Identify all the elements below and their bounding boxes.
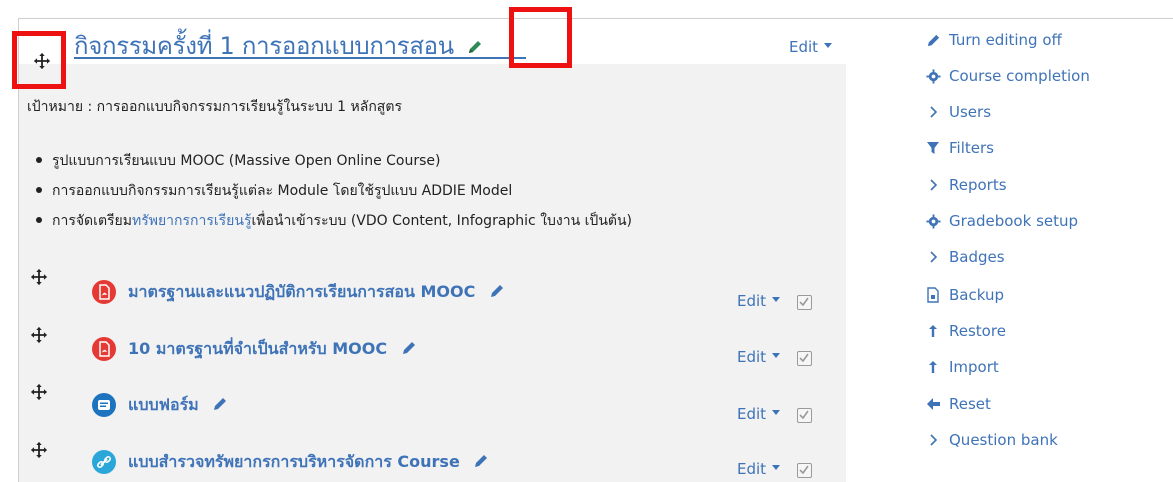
pencil-icon [925, 32, 941, 48]
chevron-right-icon [925, 177, 941, 193]
menu-backup[interactable]: Backup [925, 284, 1004, 306]
activity-edit-label[interactable]: Edit [737, 348, 766, 366]
section-edit-label[interactable]: Edit [789, 38, 818, 56]
bullet-item: รูปแบบการเรียนแบบ MOOC (Massive Open Onl… [27, 146, 632, 176]
gear-icon [925, 68, 941, 84]
forum-icon [92, 393, 116, 417]
menu-reset[interactable]: Reset [925, 393, 991, 415]
pdf-icon [92, 337, 116, 361]
section-title[interactable]: กิจกรรมครั้งที่ 1 การออกแบบการสอน [74, 26, 483, 65]
activity-title[interactable]: แบบสำรวจทรัพยากรการบริหารจัดการ Course [128, 452, 460, 471]
bullet-item: การออกแบบกิจกรรมการเรียนรู้แต่ละ Module … [27, 176, 632, 206]
menu-label[interactable]: Users [949, 103, 991, 121]
edit-activity-pencil-icon[interactable] [489, 283, 505, 299]
activity-edit-menu[interactable]: Edit [737, 405, 781, 423]
chevron-right-icon [925, 104, 941, 120]
section-bullet-list: รูปแบบการเรียนแบบ MOOC (Massive Open Onl… [27, 146, 632, 236]
section-edit-menu[interactable]: Edit [789, 38, 833, 56]
caret-down-icon [772, 297, 781, 302]
caret-down-icon [772, 465, 781, 470]
activity-edit-label[interactable]: Edit [737, 405, 766, 423]
menu-label[interactable]: Question bank [949, 431, 1058, 449]
menu-label[interactable]: Restore [949, 322, 1006, 340]
activity-link[interactable]: 10 มาตรฐานที่จำเป็นสำหรับ MOOC [128, 337, 417, 362]
completion-checkbox[interactable] [797, 408, 812, 423]
menu-label[interactable]: Badges [949, 248, 1005, 266]
activity-edit-label[interactable]: Edit [737, 292, 766, 310]
upload-arrow-icon [925, 359, 941, 375]
resources-link[interactable]: ทรัพยากรการเรียนรู้ [132, 213, 252, 229]
activity-link[interactable]: มาตรฐานและแนวปฏิบัติการเรียนการสอน MOOC [128, 280, 505, 305]
menu-gradebook-setup[interactable]: Gradebook setup [925, 210, 1078, 232]
activity-link[interactable]: แบบสำรวจทรัพยากรการบริหารจัดการ Course [128, 450, 489, 475]
section-title-text[interactable]: กิจกรรมครั้งที่ 1 การออกแบบการสอน [74, 32, 454, 60]
bullet-text: รูปแบบการเรียนแบบ MOOC (Massive Open Onl… [52, 153, 441, 169]
completion-checkbox[interactable] [797, 351, 812, 366]
bullet-dot-icon [36, 187, 42, 193]
activity-link[interactable]: แบบฟอร์ม [128, 393, 228, 418]
caret-down-icon [824, 43, 833, 48]
completion-checkbox[interactable] [797, 463, 812, 478]
bullet-text-after: เพื่อนำเข้าระบบ (VDO Content, Infographi… [251, 213, 633, 229]
menu-label[interactable]: Filters [949, 139, 994, 157]
activity-edit-menu[interactable]: Edit [737, 348, 781, 366]
edit-activity-pencil-icon[interactable] [473, 453, 489, 469]
section-title-underline [74, 57, 526, 59]
activity-edit-menu[interactable]: Edit [737, 292, 781, 310]
chevron-right-icon [925, 432, 941, 448]
activity-move-icon[interactable] [30, 441, 48, 459]
chevron-right-icon [925, 249, 941, 265]
caret-down-icon [772, 353, 781, 358]
activity-move-icon[interactable] [30, 383, 48, 401]
menu-import[interactable]: Import [925, 356, 999, 378]
activity-title[interactable]: แบบฟอร์ม [128, 395, 199, 414]
menu-turn-editing-off[interactable]: Turn editing off [925, 29, 1062, 51]
section-goal-text: เป้าหมาย : การออกแบบกิจกรรมการเรียนรู้ใน… [27, 99, 402, 115]
activity-edit-menu[interactable]: Edit [737, 460, 781, 478]
menu-reports[interactable]: Reports [925, 174, 1007, 196]
menu-course-completion[interactable]: Course completion [925, 65, 1090, 87]
bullet-dot-icon [36, 217, 42, 223]
menu-question-bank[interactable]: Question bank [925, 429, 1058, 451]
menu-label[interactable]: Course completion [949, 67, 1090, 85]
menu-label[interactable]: Gradebook setup [949, 212, 1078, 230]
menu-label[interactable]: Reset [949, 395, 991, 413]
gear-icon [925, 213, 941, 229]
menu-label[interactable]: Reports [949, 176, 1007, 194]
menu-label[interactable]: Turn editing off [949, 31, 1062, 49]
section-body [19, 64, 846, 482]
menu-filters[interactable]: Filters [925, 137, 994, 159]
bullet-dot-icon [36, 157, 42, 163]
activity-move-icon[interactable] [30, 326, 48, 344]
bullet-text-before: การจัดเตรียม [52, 213, 132, 229]
filter-icon [925, 140, 941, 156]
bullet-item: การจัดเตรียมทรัพยากรการเรียนรู้เพื่อนำเข… [27, 206, 632, 236]
completion-checkbox[interactable] [797, 295, 812, 310]
pdf-icon [92, 280, 116, 304]
edit-activity-pencil-icon[interactable] [212, 396, 228, 412]
menu-label[interactable]: Import [949, 358, 999, 376]
url-link-icon [92, 450, 116, 474]
bullet-text: การออกแบบกิจกรรมการเรียนรู้แต่ละ Module … [52, 183, 513, 199]
arrow-left-icon [925, 396, 941, 412]
upload-arrow-icon [925, 323, 941, 339]
edit-activity-pencil-icon[interactable] [401, 340, 417, 356]
file-icon [925, 287, 941, 303]
activity-edit-label[interactable]: Edit [737, 460, 766, 478]
menu-restore[interactable]: Restore [925, 320, 1006, 342]
menu-users[interactable]: Users [925, 101, 991, 123]
highlight-box-move [12, 31, 66, 89]
caret-down-icon [772, 410, 781, 415]
activity-title[interactable]: มาตรฐานและแนวปฏิบัติการเรียนการสอน MOOC [128, 282, 475, 301]
activity-title[interactable]: 10 มาตรฐานที่จำเป็นสำหรับ MOOC [128, 339, 387, 358]
highlight-box-pencil [509, 7, 572, 68]
menu-badges[interactable]: Badges [925, 246, 1005, 268]
edit-title-pencil-icon[interactable] [467, 39, 483, 55]
activity-move-icon[interactable] [30, 268, 48, 286]
menu-label[interactable]: Backup [949, 286, 1004, 304]
